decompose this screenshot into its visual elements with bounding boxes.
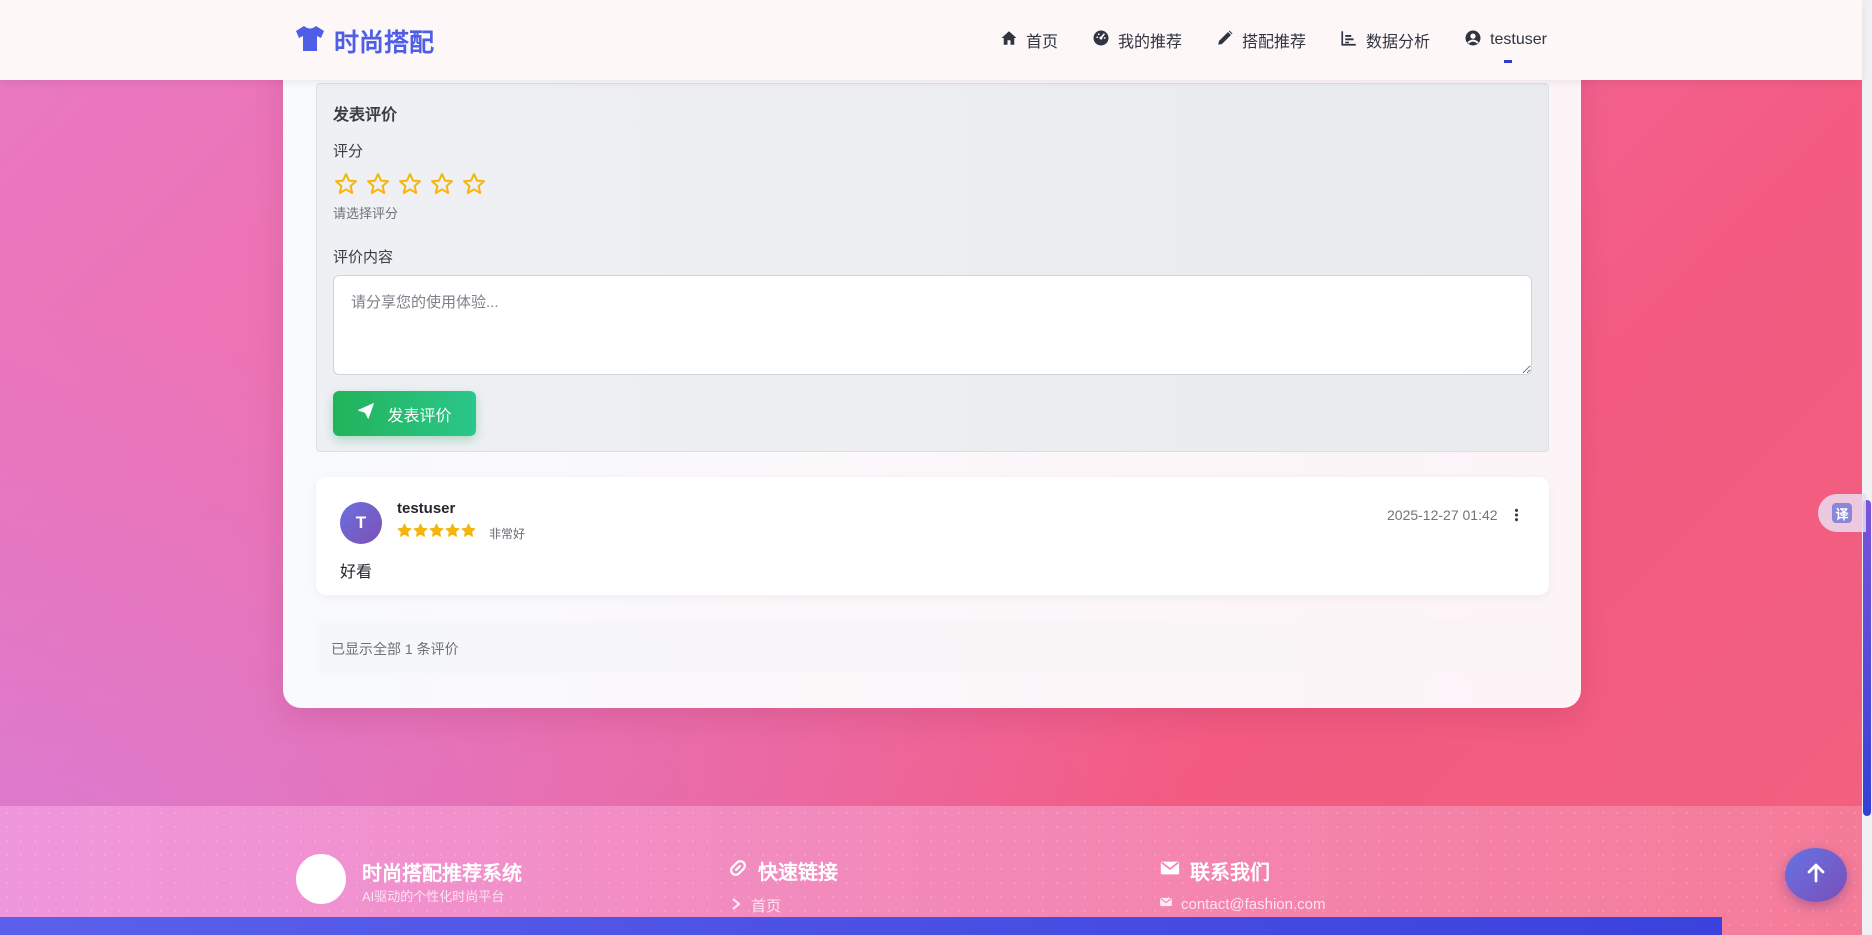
nav-links: 首页 我的推荐 搭配推荐 数据分析 testuser (1000, 26, 1547, 63)
arrow-up-icon (1804, 861, 1828, 890)
translate-icon: 译 (1832, 503, 1852, 523)
page-scroll-progress (0, 917, 1862, 935)
star-icon (461, 523, 476, 537)
star-icon (397, 523, 412, 537)
nav-item-label: 我的推荐 (1118, 34, 1183, 51)
review-content-textarea[interactable] (333, 275, 1532, 375)
more-options-icon[interactable] (1506, 504, 1526, 526)
chevron-right-icon (729, 897, 743, 915)
scrollbar-thumb[interactable] (1863, 500, 1871, 816)
star-icon (445, 523, 460, 537)
chart-icon (1340, 29, 1358, 52)
nav-item-my-recommendations[interactable]: 我的推荐 (1092, 28, 1182, 52)
footer-email-text: contact@fashion.com (1181, 895, 1326, 913)
link-icon (727, 857, 749, 885)
page-scroll-progress-fill (0, 917, 1723, 935)
rating-label: 评分 (333, 143, 364, 160)
brand-name: 时尚搭配 (334, 29, 435, 57)
footer-pattern (0, 806, 1862, 935)
avatar: T (340, 502, 382, 544)
dashboard-icon (1092, 29, 1110, 52)
footer-contact-title: 联系我们 (1159, 856, 1270, 885)
pencil-icon (1216, 29, 1234, 52)
nav-item-data-analysis[interactable]: 数据分析 (1340, 28, 1430, 52)
nav-item-outfit-recommendations[interactable]: 搭配推荐 (1216, 28, 1306, 52)
home-icon (1000, 29, 1018, 52)
review-count-text: 已显示全部 1 条评价 (331, 641, 459, 657)
star-icon (429, 523, 444, 537)
review-section-card: 发表评价 评分 请选择评分 评价内容 发表评价 T testuser 非常好 2… (283, 40, 1581, 708)
review-username: testuser (397, 500, 456, 517)
nav-item-label: 搭配推荐 (1242, 34, 1307, 51)
translate-button[interactable]: 译 (1818, 494, 1866, 532)
rating-hint: 请选择评分 (333, 206, 399, 221)
footer-quick-links-title: 快速链接 (727, 856, 838, 885)
tshirt-icon (294, 24, 326, 59)
submit-review-label: 发表评价 (387, 407, 452, 425)
review-date: 2025-12-27 01:42 (1387, 507, 1498, 523)
star-icon-input[interactable] (429, 172, 455, 196)
nav-item-user[interactable]: testuser (1464, 29, 1547, 63)
review-rating-stars (397, 523, 476, 538)
footer-contact-email[interactable]: contact@fashion.com (1159, 895, 1325, 913)
review-rating-text: 非常好 (489, 527, 526, 541)
footer-link-home[interactable]: 首页 (729, 895, 781, 916)
top-navbar: 时尚搭配 首页 我的推荐 搭配推荐 数据分析 testuser (0, 0, 1862, 80)
nav-item-label: 首页 (1026, 34, 1059, 51)
footer-link-label: 首页 (751, 898, 782, 915)
site-footer: 时尚搭配推荐系统 AI驱动的个性化时尚平台 快速链接 首页 联系我们 conta… (0, 806, 1862, 935)
nav-item-label: testuser (1490, 31, 1547, 48)
submit-review-button[interactable]: 发表评价 (333, 391, 476, 436)
star-icon-input[interactable] (333, 172, 359, 196)
star-icon-input[interactable] (365, 172, 391, 196)
envelope-icon (1159, 857, 1181, 885)
nav-item-home[interactable]: 首页 (1000, 28, 1058, 52)
nav-item-label: 数据分析 (1366, 34, 1431, 51)
review-count-bar: 已显示全部 1 条评价 (316, 621, 1549, 673)
content-label: 评价内容 (333, 249, 394, 266)
send-icon (357, 402, 375, 425)
back-to-top-button[interactable] (1785, 848, 1847, 902)
footer-contact-label: 联系我们 (1190, 862, 1270, 884)
star-icon-input[interactable] (461, 172, 487, 196)
review-form: 发表评价 评分 请选择评分 评价内容 发表评价 (316, 83, 1549, 452)
brand-logo[interactable]: 时尚搭配 (294, 24, 434, 58)
footer-site-subtitle: AI驱动的个性化时尚平台 (362, 889, 505, 904)
star-icon (413, 523, 428, 537)
envelope-icon (1159, 895, 1173, 913)
review-form-title: 发表评价 (333, 107, 398, 124)
user-circle-icon (1464, 29, 1482, 52)
footer-site-title: 时尚搭配推荐系统 (362, 863, 522, 885)
star-rating-input[interactable] (333, 172, 487, 196)
star-icon-input[interactable] (397, 172, 423, 196)
review-item: T testuser 非常好 2025-12-27 01:42 好看 (316, 477, 1549, 595)
review-content: 好看 (340, 564, 373, 581)
footer-logo (296, 854, 346, 904)
footer-quick-links-label: 快速链接 (758, 862, 838, 884)
